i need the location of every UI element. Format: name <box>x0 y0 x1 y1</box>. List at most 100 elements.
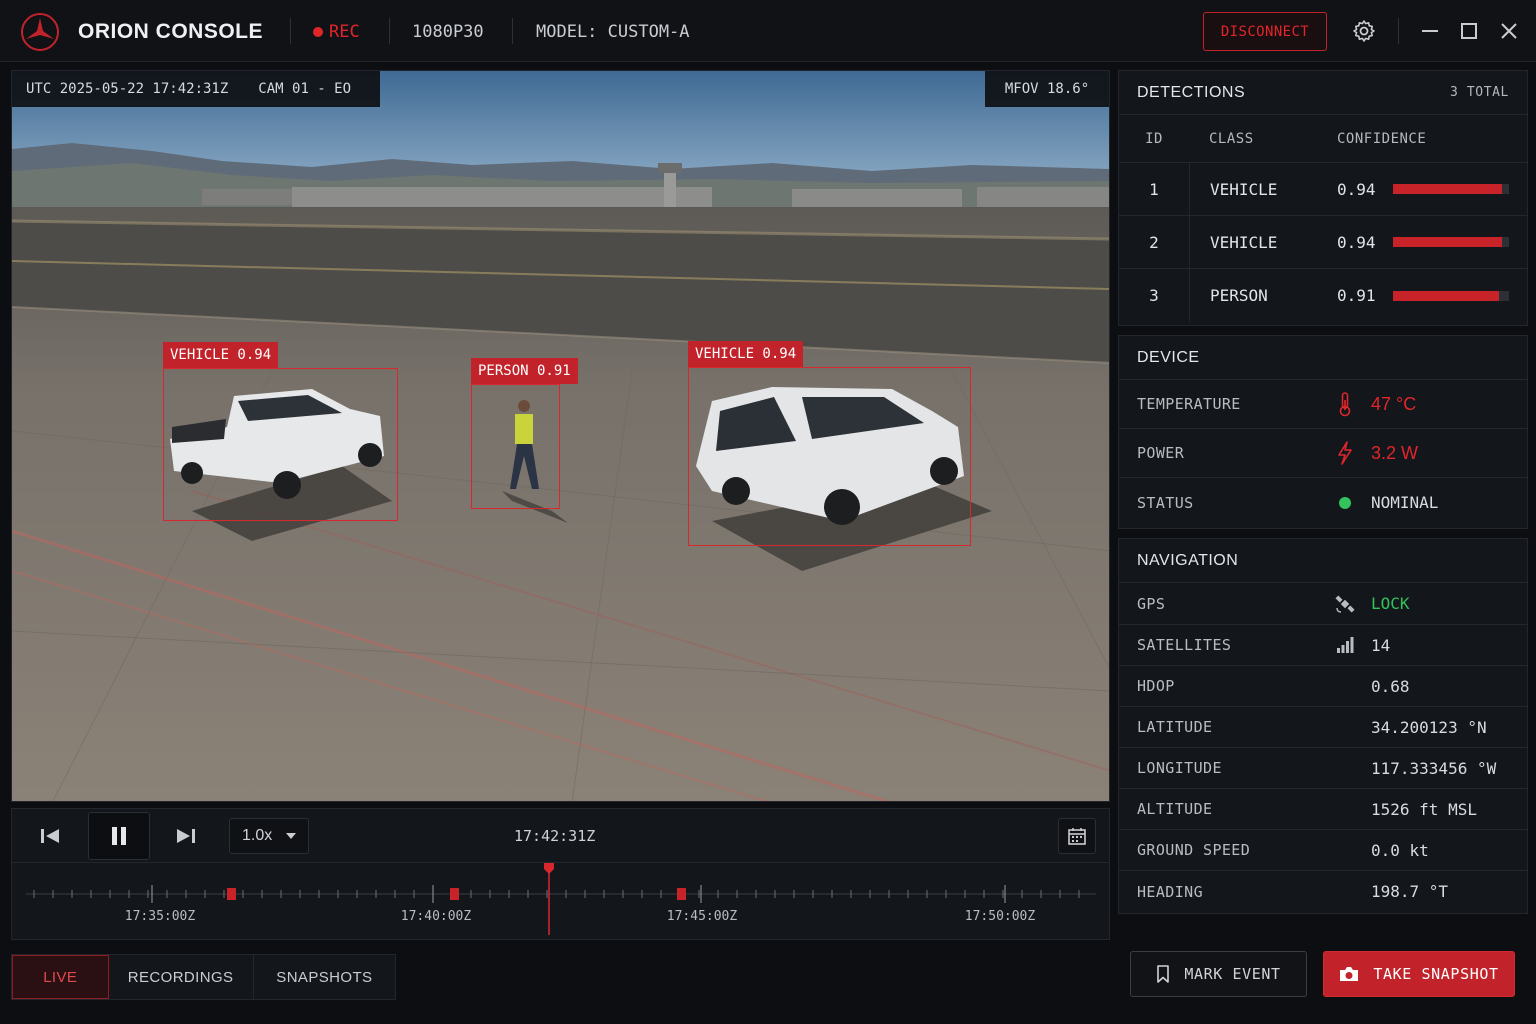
current-time: 17:42:31Z <box>514 827 596 845</box>
satellites-label: SATELLITES <box>1137 636 1232 654</box>
playback-controls: 1.0x 17:42:31Z 17:35:00Z 17:40:00Z 17:45… <box>11 808 1110 940</box>
minimize-icon[interactable] <box>1419 20 1441 42</box>
timeline-label: 17:50:00Z <box>964 909 1036 924</box>
satellites-row: SATELLITES 14 <box>1119 625 1527 666</box>
divider <box>512 18 513 44</box>
satellite-icon <box>1319 594 1371 614</box>
signal-bars-icon <box>1319 637 1371 653</box>
take-snapshot-label: TAKE SNAPSHOT <box>1373 965 1499 983</box>
heading-label: HEADING <box>1137 882 1204 901</box>
divider <box>1398 18 1399 44</box>
gps-value: LOCK <box>1371 594 1410 613</box>
detection-class: VEHICLE <box>1189 163 1337 215</box>
speed-select[interactable]: 1.0x <box>229 818 309 854</box>
fov-readout: MFOV 18.6° <box>985 71 1109 107</box>
event-marker[interactable] <box>227 888 236 900</box>
model-label: MODEL: CUSTOM-A <box>536 22 690 42</box>
divider <box>389 18 390 44</box>
device-panel: DEVICE TEMPERATURE 47 °C POWER 3.2 W STA… <box>1118 335 1528 529</box>
take-snapshot-button[interactable]: TAKE SNAPSHOT <box>1323 951 1515 997</box>
detection-label: VEHICLE 0.94 <box>688 341 804 367</box>
confidence-bar-fill <box>1393 290 1499 301</box>
event-marker[interactable] <box>450 888 459 900</box>
timeline-track[interactable] <box>12 863 1109 941</box>
status-value: NOMINAL <box>1371 493 1439 512</box>
temperature-label: TEMPERATURE <box>1137 395 1241 413</box>
rec-indicator: REC <box>313 22 360 42</box>
hdop-row: HDOP 0.68 <box>1119 666 1527 707</box>
playback-toolbar: 1.0x 17:42:31Z <box>12 809 1109 863</box>
confidence-bar <box>1393 184 1509 194</box>
detection-confidence: 0.91 <box>1337 286 1376 305</box>
pause-button[interactable] <box>88 812 150 860</box>
confidence-bar <box>1393 237 1509 247</box>
power-row: POWER 3.2 W <box>1119 429 1527 478</box>
device-header: DEVICE <box>1119 336 1527 380</box>
status-row: STATUS NOMINAL <box>1119 478 1527 527</box>
navigation-panel: NAVIGATION GPS LOCK SATELLITES 14 HDOP 0… <box>1118 538 1528 914</box>
detection-id: 1 <box>1149 179 1159 199</box>
detection-id: 2 <box>1149 232 1159 252</box>
pause-icon <box>112 827 126 845</box>
gear-icon[interactable] <box>1352 19 1376 43</box>
detection-id: 3 <box>1149 286 1159 305</box>
table-row[interactable]: 3 PERSON 0.91 <box>1119 269 1527 322</box>
heading-value: 198.7 °T <box>1371 882 1449 901</box>
table-row[interactable]: 1 VEHICLE 0.94 <box>1119 163 1527 216</box>
column-header: CONFIDENCE <box>1337 130 1427 147</box>
table-row[interactable]: 2 VEHICLE 0.94 <box>1119 216 1527 269</box>
video-feed[interactable]: UTC 2025-05-22 17:42:31Z CAM 01 - EO MFO… <box>11 70 1110 802</box>
utc-timestamp: UTC 2025-05-22 17:42:31Z <box>26 81 229 97</box>
resolution-label: 1080P30 <box>412 22 484 42</box>
altitude-row: ALTITUDE 1526 ft MSL <box>1119 789 1527 830</box>
gps-row: GPS LOCK <box>1119 583 1527 625</box>
longitude-value: 117.333456 °W <box>1371 758 1497 778</box>
detections-count: 3 TOTAL <box>1450 85 1509 100</box>
panel-title: NAVIGATION <box>1137 551 1239 569</box>
event-marker[interactable] <box>677 888 686 900</box>
confidence-bar <box>1393 290 1509 301</box>
hdop-value: 0.68 <box>1371 676 1410 696</box>
close-icon[interactable] <box>1498 20 1520 42</box>
view-tabs: LIVE RECORDINGS SNAPSHOTS <box>11 954 396 1000</box>
status-label: STATUS <box>1137 493 1194 512</box>
detection-box[interactable] <box>688 367 971 546</box>
hdop-label: HDOP <box>1137 677 1175 695</box>
playhead-handle-icon[interactable] <box>544 863 554 874</box>
confidence-bar-fill <box>1393 184 1503 194</box>
detection-box[interactable] <box>163 368 398 521</box>
mark-event-button[interactable]: MARK EVENT <box>1130 951 1307 997</box>
thermometer-icon <box>1319 391 1371 417</box>
detections-header: DETECTIONS 3 TOTAL <box>1119 71 1527 115</box>
skip-forward-icon[interactable] <box>176 827 196 845</box>
title-bar: ORION CONSOLE REC 1080P30 MODEL: CUSTOM-… <box>0 0 1536 62</box>
altitude-label: ALTITUDE <box>1137 800 1213 818</box>
panel-title: DETECTIONS <box>1137 83 1246 101</box>
calendar-icon <box>1068 828 1086 845</box>
detection-class: PERSON <box>1189 269 1337 322</box>
detection-class: VEHICLE <box>1189 216 1337 268</box>
column-header: ID <box>1145 130 1163 147</box>
detection-box[interactable] <box>471 384 560 509</box>
mark-event-label: MARK EVENT <box>1184 965 1281 983</box>
tab-recordings[interactable]: RECORDINGS <box>109 955 254 999</box>
confidence-bar-fill <box>1393 237 1503 247</box>
osd-info: UTC 2025-05-22 17:42:31Z CAM 01 - EO <box>12 71 380 107</box>
disconnect-button[interactable]: DISCONNECT <box>1203 12 1327 51</box>
latitude-value: 34.200123 °N <box>1371 717 1487 737</box>
orion-logo-icon <box>21 13 59 51</box>
latitude-label: LATITUDE <box>1137 718 1213 736</box>
heading-row: HEADING 198.7 °T <box>1119 871 1527 912</box>
speed-value: 1.0x <box>242 827 273 844</box>
maximize-icon[interactable] <box>1458 20 1480 42</box>
divider <box>290 18 291 44</box>
tab-snapshots[interactable]: SNAPSHOTS <box>254 955 395 999</box>
detection-label: PERSON 0.91 <box>471 358 578 384</box>
longitude-row: LONGITUDE 117.333456 °W <box>1119 748 1527 789</box>
skip-back-icon[interactable] <box>40 827 60 845</box>
detection-confidence: 0.94 <box>1337 179 1376 199</box>
power-label: POWER <box>1137 444 1185 462</box>
calendar-button[interactable] <box>1058 818 1096 854</box>
satellites-value: 14 <box>1371 635 1391 655</box>
tab-live[interactable]: LIVE <box>12 955 109 999</box>
